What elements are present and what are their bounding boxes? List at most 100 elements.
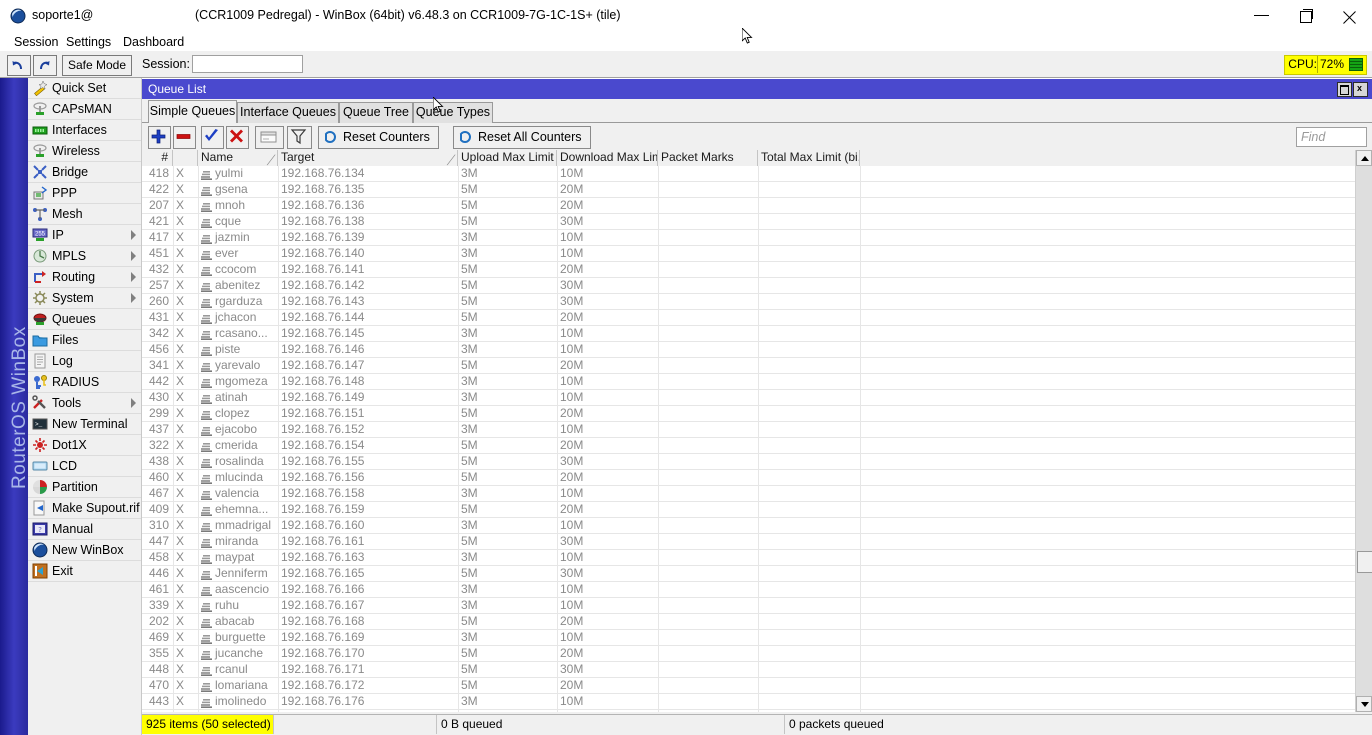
sidebar-item-partition[interactable]: Partition: [28, 477, 141, 498]
queue-restore-button[interactable]: [1337, 82, 1352, 97]
sidebar-item-routing[interactable]: Routing: [28, 267, 141, 288]
table-row[interactable]: 447Xmiranda192.168.76.1615M30M: [142, 534, 1372, 550]
table-row[interactable]: 438Xrosalinda192.168.76.1555M30M: [142, 454, 1372, 470]
sidebar-item-queues[interactable]: Queues: [28, 309, 141, 330]
redo-button[interactable]: [33, 55, 57, 76]
sidebar-item-exit[interactable]: Exit: [28, 561, 141, 582]
table-row[interactable]: 257Xabenitez192.168.76.1425M30M: [142, 278, 1372, 294]
table-row[interactable]: 207Xmnoh192.168.76.1365M20M: [142, 198, 1372, 214]
table-row[interactable]: 260Xrgarduza192.168.76.1435M30M: [142, 294, 1372, 310]
sidebar-item-quick-set[interactable]: Quick Set: [28, 78, 141, 99]
column-header-total-max-limit-bi[interactable]: Total Max Limit (bi...: [758, 150, 860, 166]
scrollbar-track[interactable]: [1356, 166, 1372, 696]
table-row[interactable]: 446XJenniferm192.168.76.1655M30M: [142, 566, 1372, 582]
menu-item-dashboard[interactable]: Dashboard: [117, 34, 190, 50]
table-row[interactable]: 341Xyarevalo192.168.76.1475M20M: [142, 358, 1372, 374]
table-row[interactable]: 452Xjcalleja192.168.76.1773M10M: [142, 710, 1372, 712]
column-header-name[interactable]: Name╱: [198, 150, 278, 166]
menu-item-session[interactable]: Session: [8, 34, 64, 50]
cell-total-max-limit: [758, 614, 860, 629]
column-header-blank-8[interactable]: [860, 150, 1357, 166]
table-row[interactable]: 322Xcmerida192.168.76.1545M20M: [142, 438, 1372, 454]
table-row[interactable]: 461Xaascencio192.168.76.1663M10M: [142, 582, 1372, 598]
sidebar-item-wireless[interactable]: Wireless: [28, 141, 141, 162]
table-row[interactable]: 355Xjucanche192.168.76.1705M20M: [142, 646, 1372, 662]
tab-interface-queues[interactable]: Interface Queues: [237, 102, 339, 123]
sidebar-item-interfaces[interactable]: Interfaces: [28, 120, 141, 141]
comment-button[interactable]: [255, 126, 284, 149]
table-row[interactable]: 458Xmaypat192.168.76.1633M10M: [142, 550, 1372, 566]
table-row[interactable]: 467Xvalencia192.168.76.1583M10M: [142, 486, 1372, 502]
sidebar-item-capsman[interactable]: CAPsMAN: [28, 99, 141, 120]
sidebar-item-ip[interactable]: 255IP: [28, 225, 141, 246]
scroll-down-button[interactable]: [1356, 696, 1372, 712]
table-row[interactable]: 448Xrcanul192.168.76.1715M30M: [142, 662, 1372, 678]
sidebar-item-make-supout-rif[interactable]: Make Supout.rif: [28, 498, 141, 519]
tab-queue-types[interactable]: Queue Types: [413, 102, 493, 123]
sidebar-item-manual[interactable]: ?Manual: [28, 519, 141, 540]
table-row[interactable]: 409Xehemna...192.168.76.1595M20M: [142, 502, 1372, 518]
maximize-button[interactable]: [1284, 0, 1328, 31]
sidebar-item-files[interactable]: Files: [28, 330, 141, 351]
table-row[interactable]: 339Xruhu192.168.76.1673M10M: [142, 598, 1372, 614]
table-row[interactable]: 417Xjazmin192.168.76.1393M10M: [142, 230, 1372, 246]
sidebar-item-log[interactable]: Log: [28, 351, 141, 372]
reset-all-counters-button[interactable]: Reset All Counters: [453, 126, 591, 149]
sidebar-item-new-terminal[interactable]: >_New Terminal: [28, 414, 141, 435]
column-header-blank-1[interactable]: [173, 150, 198, 166]
table-row[interactable]: 418Xyulmi192.168.76.1343M10M: [142, 166, 1372, 182]
sidebar-item-mesh[interactable]: Mesh: [28, 204, 141, 225]
table-row[interactable]: 299Xclopez192.168.76.1515M20M: [142, 406, 1372, 422]
sidebar-item-radius[interactable]: RADIUS: [28, 372, 141, 393]
column-header-[interactable]: #: [142, 150, 173, 166]
reset-counters-button[interactable]: Reset Counters: [318, 126, 439, 149]
column-header-target[interactable]: Target╱: [278, 150, 458, 166]
find-input[interactable]: Find: [1296, 127, 1367, 147]
filter-button[interactable]: [287, 126, 312, 149]
minimize-button[interactable]: [1240, 0, 1284, 31]
session-input[interactable]: [192, 55, 303, 73]
undo-button[interactable]: [7, 55, 31, 76]
table-row[interactable]: 421Xcque192.168.76.1385M30M: [142, 214, 1372, 230]
column-header-download-max-limit[interactable]: Download Max Limit: [557, 150, 658, 166]
table-row[interactable]: 437Xejacobo192.168.76.1523M10M: [142, 422, 1372, 438]
table-row[interactable]: 202Xabacab192.168.76.1685M20M: [142, 614, 1372, 630]
queue-row-icon: [201, 635, 212, 644]
safe-mode-button[interactable]: Safe Mode: [62, 55, 132, 76]
add-queue-button[interactable]: [148, 126, 171, 149]
table-row[interactable]: 431Xjchacon192.168.76.1445M20M: [142, 310, 1372, 326]
table-row[interactable]: 442Xmgomeza192.168.76.1483M10M: [142, 374, 1372, 390]
table-row[interactable]: 432Xccocom192.168.76.1415M20M: [142, 262, 1372, 278]
scroll-up-button[interactable]: [1356, 150, 1372, 166]
table-row[interactable]: 456Xpiste192.168.76.1463M10M: [142, 342, 1372, 358]
sidebar-item-new-winbox[interactable]: New WinBox: [28, 540, 141, 561]
remove-queue-button[interactable]: [173, 126, 196, 149]
vertical-scrollbar[interactable]: [1355, 150, 1372, 712]
sidebar-item-mpls[interactable]: MPLS: [28, 246, 141, 267]
queue-close-button[interactable]: x: [1353, 82, 1368, 97]
table-row[interactable]: 443Ximolinedo192.168.76.1763M10M: [142, 694, 1372, 710]
column-header-packet-marks[interactable]: Packet Marks: [658, 150, 758, 166]
column-header-upload-max-limit[interactable]: Upload Max Limit: [458, 150, 557, 166]
sidebar-item-tools[interactable]: Tools: [28, 393, 141, 414]
sidebar-item-lcd[interactable]: LCD: [28, 456, 141, 477]
disable-queue-button[interactable]: [226, 126, 249, 149]
sidebar-item-bridge[interactable]: Bridge: [28, 162, 141, 183]
tab-queue-tree[interactable]: Queue Tree: [339, 102, 413, 123]
scrollbar-thumb[interactable]: [1357, 551, 1372, 573]
table-row[interactable]: 430Xatinah192.168.76.1493M10M: [142, 390, 1372, 406]
tab-simple-queues[interactable]: Simple Queues: [148, 100, 237, 125]
table-row[interactable]: 422Xgsena192.168.76.1355M20M: [142, 182, 1372, 198]
table-row[interactable]: 342Xrcasano...192.168.76.1453M10M: [142, 326, 1372, 342]
table-row[interactable]: 470Xlomariana192.168.76.1725M20M: [142, 678, 1372, 694]
sidebar-item-dot1x[interactable]: Dot1X: [28, 435, 141, 456]
table-row[interactable]: 460Xmlucinda192.168.76.1565M20M: [142, 470, 1372, 486]
menu-item-settings[interactable]: Settings: [60, 34, 117, 50]
close-button[interactable]: [1328, 0, 1372, 31]
enable-queue-button[interactable]: [201, 126, 224, 149]
table-row[interactable]: 310Xmmadrigal192.168.76.1603M10M: [142, 518, 1372, 534]
table-row[interactable]: 469Xburguette192.168.76.1693M10M: [142, 630, 1372, 646]
sidebar-item-ppp[interactable]: PPP: [28, 183, 141, 204]
sidebar-item-system[interactable]: System: [28, 288, 141, 309]
table-row[interactable]: 451Xever192.168.76.1403M10M: [142, 246, 1372, 262]
